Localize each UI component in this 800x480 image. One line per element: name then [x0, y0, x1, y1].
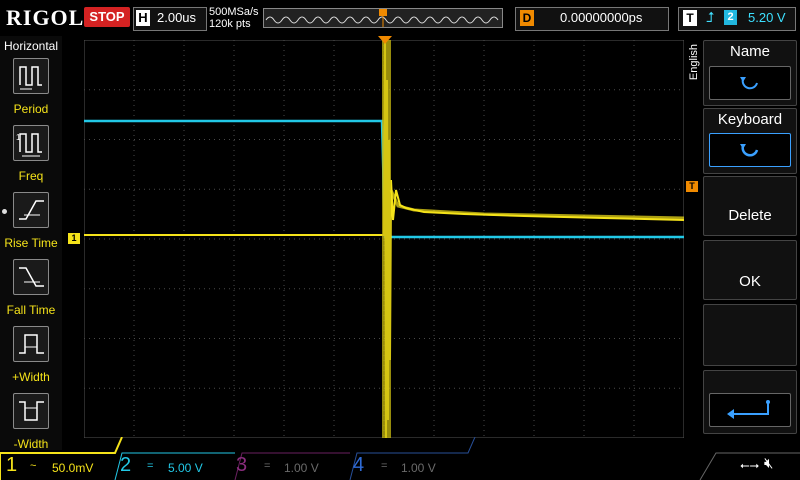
brand-logo: RIGOL — [6, 5, 85, 30]
delay-value: 0.00000000ps — [560, 10, 643, 25]
name-label: Name — [729, 43, 770, 60]
trigger-level-marker[interactable]: T — [686, 181, 698, 192]
delete-label: Delete — [728, 207, 772, 224]
ch1-edge-burst — [382, 40, 391, 438]
plus-width-icon — [13, 326, 49, 362]
sample-rate: 500MSa/s — [209, 6, 259, 18]
ch3-coupling-icon: = — [264, 460, 271, 472]
ok-label: OK — [739, 273, 761, 290]
menu-title: Horizontal — [3, 39, 59, 53]
svg-text:1: 1 — [16, 133, 21, 142]
keyboard-softkey[interactable]: Keyboard — [703, 108, 797, 174]
ok-softkey[interactable]: OK — [703, 240, 797, 300]
keyboard-label: Keyboard — [717, 111, 783, 128]
delay-label: D — [520, 10, 534, 26]
menu-label-fall-time: Fall Time — [6, 303, 56, 317]
trigger-label: T — [683, 10, 697, 26]
enter-softkey[interactable] — [703, 370, 797, 434]
ch2-status[interactable]: 2 = 5.00 V — [118, 452, 233, 480]
period-icon — [13, 58, 49, 94]
ch4-status[interactable]: 4 = 1.00 V — [353, 452, 468, 480]
ch2-coupling-icon: = — [147, 460, 154, 472]
freq-icon: 1 — [13, 125, 49, 161]
memory-waveform-icon — [265, 9, 499, 27]
enter-icon — [709, 393, 791, 427]
memory-depth: 120k pts — [209, 18, 251, 30]
speaker-mute-icon[interactable]: 🔇︎ — [764, 455, 773, 472]
memory-overview-strip — [263, 8, 503, 28]
ch3-status[interactable]: 3 = 1.00 V — [236, 452, 351, 480]
menu-item-period[interactable]: Period — [0, 58, 62, 124]
menu-item-plus-width[interactable]: +Width — [0, 326, 62, 392]
menu-label-freq: Freq — [18, 169, 44, 183]
ch4-coupling-icon: = — [381, 460, 388, 472]
name-knob-icon — [709, 66, 791, 100]
ch1-coupling-icon: ~ — [30, 460, 37, 472]
waveform-display[interactable] — [84, 40, 684, 438]
delete-softkey[interactable]: Delete — [703, 176, 797, 236]
menu-item-fall-time[interactable]: Fall Time — [0, 259, 62, 325]
language-label: English — [688, 44, 700, 81]
minus-width-icon — [13, 393, 49, 429]
menu-item-freq[interactable]: 1 Freq — [0, 125, 62, 191]
usb-icon: ⭠⭢ — [740, 458, 760, 472]
menu-selection-dot — [2, 209, 7, 214]
ch4-scale: 1.00 V — [401, 461, 436, 475]
menu-label-period: Period — [13, 102, 49, 116]
keyboard-knob-icon — [709, 133, 791, 167]
ch1-scale: 50.0mV — [52, 461, 94, 475]
run-stop-indicator[interactable]: STOP — [84, 7, 130, 27]
empty-softkey[interactable] — [703, 304, 797, 366]
name-softkey[interactable]: Name — [703, 40, 797, 106]
rising-edge-icon: ⮥ — [706, 9, 715, 25]
rise-time-icon — [13, 192, 49, 228]
menu-label-rise-time: Rise Time — [4, 236, 58, 250]
menu-label-plus-width: +Width — [12, 370, 50, 384]
trigger-source: 2 — [724, 10, 737, 25]
ch1-number: 1 — [6, 454, 18, 476]
fall-time-icon — [13, 259, 49, 295]
trigger-position-marker — [378, 36, 392, 44]
ch3-number: 3 — [236, 454, 248, 476]
ch3-scale: 1.00 V — [284, 461, 319, 475]
horizontal-label: H — [136, 10, 150, 26]
ch2-number: 2 — [120, 454, 132, 476]
ch4-number: 4 — [353, 454, 365, 476]
timebase-value: 2.00us — [157, 10, 197, 25]
ch1-offset-marker[interactable]: 1 — [68, 233, 80, 244]
ch1-status[interactable]: 1 ~ 50.0mV — [0, 452, 115, 480]
ch2-scale: 5.00 V — [168, 461, 203, 475]
trigger-level: 5.20 V — [748, 10, 786, 25]
menu-item-rise-time[interactable]: Rise Time — [0, 192, 62, 258]
